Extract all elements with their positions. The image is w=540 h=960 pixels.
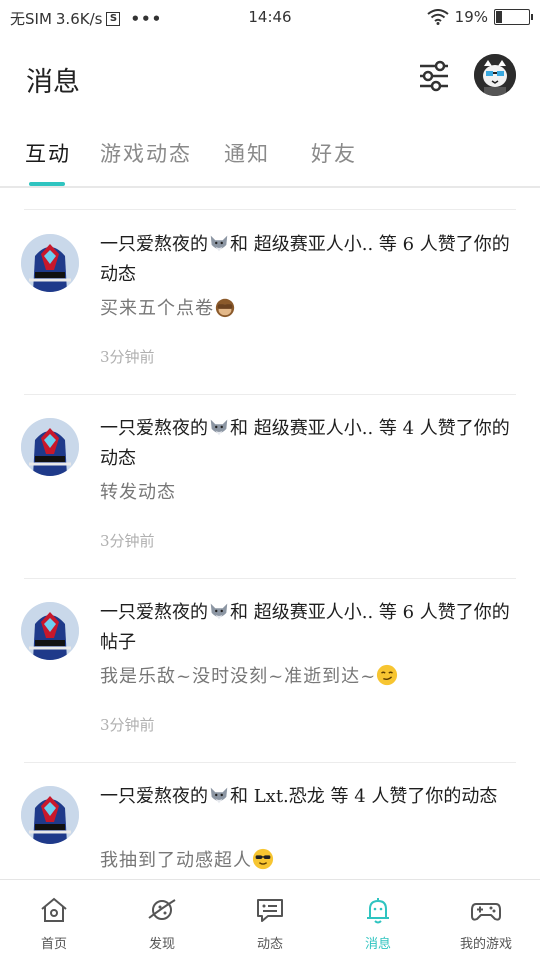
hero-avatar-icon: [21, 234, 79, 292]
item-headline: 一只爱熬夜的 和 Lxt.恐龙 等 4 人赞了你的动态: [100, 782, 514, 812]
bottom-nav: 首页 发现 动态 消息 我的游戏: [0, 879, 540, 960]
active-tab-indicator: [29, 182, 65, 186]
list-item[interactable]: 一只爱熬夜的和 超级赛亚人小.. 等 4 人赞了你的动态 转发动态 3分钟前: [0, 394, 540, 578]
nav-my-games[interactable]: 我的游戏: [432, 880, 540, 960]
nav-label: 发现: [148, 937, 175, 952]
cat-avatar-icon: [474, 54, 516, 96]
monkey-emoji-icon: [215, 298, 235, 318]
gamepad-icon: [471, 903, 501, 921]
nav-label: 首页: [40, 937, 67, 952]
liker-name[interactable]: 一只爱熬夜的: [100, 786, 208, 807]
nav-home[interactable]: 首页: [0, 880, 108, 960]
avatar[interactable]: [21, 602, 79, 660]
divider: [24, 394, 516, 395]
bell-icon: [367, 898, 389, 924]
content-text: 我是乐敌~没时没刻~准逝到达~: [100, 666, 377, 687]
wolf-emoji-icon: [210, 419, 228, 436]
battery-percent: 19%: [454, 8, 488, 26]
nav-feed[interactable]: 动态: [216, 880, 324, 960]
item-content[interactable]: 我是乐敌~没时没刻~准逝到达~: [100, 662, 514, 688]
divider: [24, 762, 516, 763]
item-headline: 一只爱熬夜的和 超级赛亚人小.. 等 6 人赞了你的帖子: [100, 598, 514, 658]
nav-label: 动态: [256, 937, 283, 952]
liker-name[interactable]: 一只爱熬夜的: [100, 418, 208, 439]
tab-interaction[interactable]: 互动: [25, 138, 71, 168]
content-text: 我抽到了动感超人: [100, 850, 252, 871]
timestamp: 3分钟前: [100, 348, 155, 366]
content-text: 转发动态: [100, 482, 176, 503]
hero-avatar-icon: [21, 786, 79, 844]
nav-label: 我的游戏: [459, 937, 512, 952]
liker-name[interactable]: 一只爱熬夜的: [100, 602, 208, 623]
wolf-emoji-icon: [210, 787, 228, 804]
wifi-icon: [427, 9, 449, 25]
like-summary: 和 Lxt.恐龙 等 4 人赞了你的动态: [230, 786, 498, 807]
filter-button[interactable]: [416, 58, 452, 94]
avatar[interactable]: [21, 418, 79, 476]
wolf-emoji-icon: [210, 235, 228, 252]
sliders-icon: [420, 60, 448, 92]
timestamp: 3分钟前: [100, 716, 155, 734]
wolf-emoji-icon: [210, 603, 228, 620]
home-icon: [41, 897, 67, 922]
status-right: 19%: [427, 8, 533, 26]
chat-bubble-icon: [257, 899, 283, 922]
liker-name[interactable]: 一只爱熬夜的: [100, 234, 208, 255]
sunglasses-emoji-icon: [252, 848, 274, 870]
status-bar: 无SIM 3.6K/s S ••• 14:46 19%: [0, 0, 540, 36]
page-title: 消息: [26, 67, 80, 98]
item-headline: 一只爱熬夜的和 超级赛亚人小.. 等 6 人赞了你的动态: [100, 230, 514, 290]
avatar[interactable]: [21, 234, 79, 292]
tab-notifications[interactable]: 通知: [224, 138, 270, 168]
nav-discover[interactable]: 发现: [108, 880, 216, 960]
content-text: 买来五个点卷: [100, 298, 214, 319]
tab-friends[interactable]: 好友: [311, 138, 357, 168]
divider: [24, 578, 516, 579]
header: 消息: [0, 36, 540, 120]
nav-label: 消息: [364, 937, 391, 952]
message-tabs: 互动 游戏动态 通知 好友: [0, 120, 540, 188]
user-avatar[interactable]: [474, 54, 516, 96]
timestamp: 3分钟前: [100, 532, 155, 550]
nav-messages[interactable]: 消息: [324, 880, 432, 960]
item-headline: 一只爱熬夜的和 超级赛亚人小.. 等 4 人赞了你的动态: [100, 414, 514, 474]
avatar[interactable]: [21, 786, 79, 844]
tab-game-updates[interactable]: 游戏动态: [100, 138, 192, 168]
item-content[interactable]: 买来五个点卷: [100, 294, 514, 320]
planet-icon: [148, 899, 176, 920]
hero-avatar-icon: [21, 602, 79, 660]
item-content[interactable]: 转发动态: [100, 478, 514, 504]
interaction-feed: 一只爱熬夜的和 超级赛亚人小.. 等 6 人赞了你的动态 买来五个点卷 3分钟前…: [0, 188, 540, 878]
smirk-emoji-icon: [377, 664, 398, 686]
list-item[interactable]: 一只爱熬夜的 和 Lxt.恐龙 等 4 人赞了你的动态 我抽到了动感超人: [0, 762, 540, 878]
battery-icon: [494, 9, 533, 25]
item-content[interactable]: 我抽到了动感超人: [100, 846, 514, 872]
list-item[interactable]: 一只爱熬夜的和 超级赛亚人小.. 等 6 人赞了你的帖子 我是乐敌~没时没刻~准…: [0, 578, 540, 762]
list-item[interactable]: 一只爱熬夜的和 超级赛亚人小.. 等 6 人赞了你的动态 买来五个点卷 3分钟前: [0, 210, 540, 394]
hero-avatar-icon: [21, 418, 79, 476]
